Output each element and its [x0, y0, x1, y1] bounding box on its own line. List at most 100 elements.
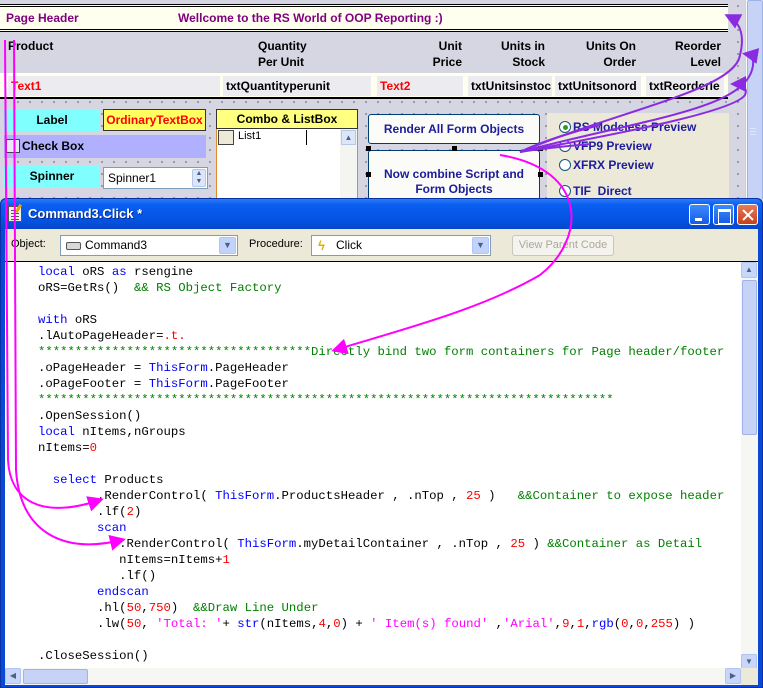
code-line[interactable]: .lf(): [38, 568, 748, 584]
resize-grip[interactable]: [741, 668, 758, 685]
code-token: rsengine: [126, 265, 193, 279]
form-vertical-scrollbar[interactable]: — — —: [745, 0, 763, 200]
column-header-band[interactable]: Product Quantity Per Unit Unit Price Uni…: [0, 35, 728, 73]
scrollbar-thumb[interactable]: [747, 0, 763, 200]
col-header-unit-price: Unit Price: [432, 39, 462, 69]
editor-horizontal-scrollbar[interactable]: ◀ ▶: [5, 668, 741, 685]
close-button[interactable]: [737, 204, 758, 225]
selection-handle[interactable]: [366, 172, 371, 177]
chevron-up-icon[interactable]: ▲: [341, 130, 356, 145]
field-unitsonorder[interactable]: txtUnitsonord: [555, 76, 641, 96]
code-line[interactable]: nItems=0: [38, 440, 748, 456]
option-vfp9[interactable]: VFP9 Preview: [559, 139, 652, 153]
maximize-button[interactable]: [713, 204, 734, 225]
code-token: 'Arial': [503, 617, 555, 631]
code-line[interactable]: .hl(50,750) &&Draw Line Under: [38, 600, 748, 616]
scrollbar-thumb[interactable]: [742, 280, 757, 435]
chevron-right-icon[interactable]: ▶: [725, 668, 741, 684]
code-line[interactable]: .oPageFooter = ThisForm.PageFooter: [38, 376, 748, 392]
code-token: ,: [141, 617, 157, 631]
title-bar[interactable]: Command3.Click *: [1, 199, 762, 229]
chevron-down-icon[interactable]: ▼: [219, 237, 236, 254]
spinner[interactable]: Spinner1 ▲ ▼: [103, 167, 208, 189]
code-token: ThisForm: [148, 377, 208, 391]
minimize-button[interactable]: [689, 204, 710, 225]
code-line[interactable]: oRS=GetRs() && RS Object Factory: [38, 280, 748, 296]
code-line[interactable]: with oRS: [38, 312, 748, 328]
chevron-left-icon[interactable]: ◀: [5, 668, 21, 684]
spinner-arrows-icon[interactable]: ▲ ▼: [192, 169, 206, 187]
code-line[interactable]: endscan: [38, 584, 748, 600]
code-line[interactable]: [38, 456, 748, 472]
field-unitsinstock[interactable]: txtUnitsinstoc: [468, 76, 552, 96]
code-line[interactable]: ****************************************…: [38, 392, 748, 408]
option-rs-modeless[interactable]: RS Modeless Preview: [559, 120, 696, 134]
chevron-up-icon[interactable]: ▲: [741, 262, 757, 278]
ordinary-textbox[interactable]: OrdinaryTextBox: [103, 109, 206, 131]
checkbox-square-icon[interactable]: [6, 139, 20, 153]
radio-icon[interactable]: [559, 185, 571, 197]
check-box-label: Check Box: [22, 139, 85, 153]
selection-handle[interactable]: [538, 146, 543, 151]
code-line[interactable]: local nItems,nGroups: [38, 424, 748, 440]
code-text[interactable]: local oRS as rsengine oRS=GetRs() && RS O…: [38, 264, 748, 664]
field-text2[interactable]: Text2: [377, 76, 463, 96]
field-text1[interactable]: Text1: [8, 76, 220, 96]
code-line[interactable]: .OpenSession(): [38, 408, 748, 424]
code-line[interactable]: .CloseSession(): [38, 648, 748, 664]
code-line[interactable]: .lw(50, 'Total: '+ str(nItems,4,0) + ' I…: [38, 616, 748, 632]
code-token: .PageFooter: [207, 377, 289, 391]
detail-band[interactable]: Text1 txtQuantityperunit Text2 txtUnitsi…: [0, 73, 728, 99]
code-line[interactable]: [38, 296, 748, 312]
page-header-band[interactable]: Page Header Wellcome to the RS World of …: [0, 4, 728, 32]
lightning-icon: ϟ: [318, 238, 325, 253]
procedure-select[interactable]: ϟ Click ▼: [311, 235, 491, 256]
code-token: ,: [628, 617, 636, 631]
code-line[interactable]: nItems=nItems+1: [38, 552, 748, 568]
code-token: .lf(): [38, 569, 157, 583]
code-line[interactable]: .RenderControl( ThisForm.myDetailContain…: [38, 536, 748, 552]
radio-selected-icon[interactable]: [559, 121, 571, 133]
code-token: ThisForm: [237, 537, 297, 551]
field-reorderlevel[interactable]: txtReorderle: [646, 76, 724, 96]
code-line[interactable]: select Products: [38, 472, 748, 488]
view-parent-code-button[interactable]: View Parent Code: [512, 235, 614, 256]
field-quantityperunit[interactable]: txtQuantityperunit: [223, 76, 371, 96]
option-tif-direct[interactable]: TIF Direct: [559, 184, 632, 198]
code-line[interactable]: *************************************Dir…: [38, 344, 748, 360]
label-control[interactable]: Label: [4, 109, 100, 131]
code-line[interactable]: scan: [38, 520, 748, 536]
selection-handle[interactable]: [366, 146, 371, 151]
check-box[interactable]: Check Box: [4, 135, 206, 158]
code-line[interactable]: .RenderControl( ThisForm.ProductsHeader …: [38, 488, 748, 504]
col-header-product: Product: [8, 39, 54, 53]
code-line[interactable]: .lf(2): [38, 504, 748, 520]
code-token: .t.: [163, 329, 186, 343]
code-token: 0: [89, 441, 98, 455]
option-xfrx[interactable]: XFRX Preview: [559, 158, 654, 172]
code-token: ,: [584, 617, 592, 631]
scrollbar-thumb[interactable]: [23, 669, 88, 684]
listbox-scrollbar[interactable]: ▲: [340, 129, 357, 199]
code-line[interactable]: .oPageHeader = ThisForm.PageHeader: [38, 360, 748, 376]
code-token: oRS: [67, 313, 98, 327]
code-line[interactable]: .lAutoPageHeader=.t.: [38, 328, 748, 344]
listbox[interactable]: List1 ▲: [216, 129, 358, 201]
object-select[interactable]: Command3 ▼: [60, 235, 238, 256]
editor-vertical-scrollbar[interactable]: ▲ ▼: [741, 262, 758, 670]
code-token: ,: [569, 617, 577, 631]
code-line[interactable]: local oRS as rsengine: [38, 264, 748, 280]
combine-script-form-button[interactable]: Now combine Script and Form Objects: [368, 150, 540, 200]
code-token: ,: [554, 617, 563, 631]
radio-icon[interactable]: [559, 159, 571, 171]
radio-icon[interactable]: [559, 140, 571, 152]
chevron-down-icon[interactable]: ▼: [472, 237, 489, 254]
selection-handle[interactable]: [452, 146, 457, 151]
render-all-button[interactable]: Render All Form Objects: [368, 114, 540, 144]
list-cell: [218, 130, 234, 145]
code-line[interactable]: [38, 632, 748, 648]
selection-handle[interactable]: [538, 172, 543, 177]
list-item[interactable]: List1: [238, 130, 261, 142]
welcome-label: Wellcome to the RS World of OOP Reportin…: [178, 11, 443, 25]
code-editor[interactable]: local oRS as rsengine oRS=GetRs() && RS O…: [5, 261, 758, 685]
